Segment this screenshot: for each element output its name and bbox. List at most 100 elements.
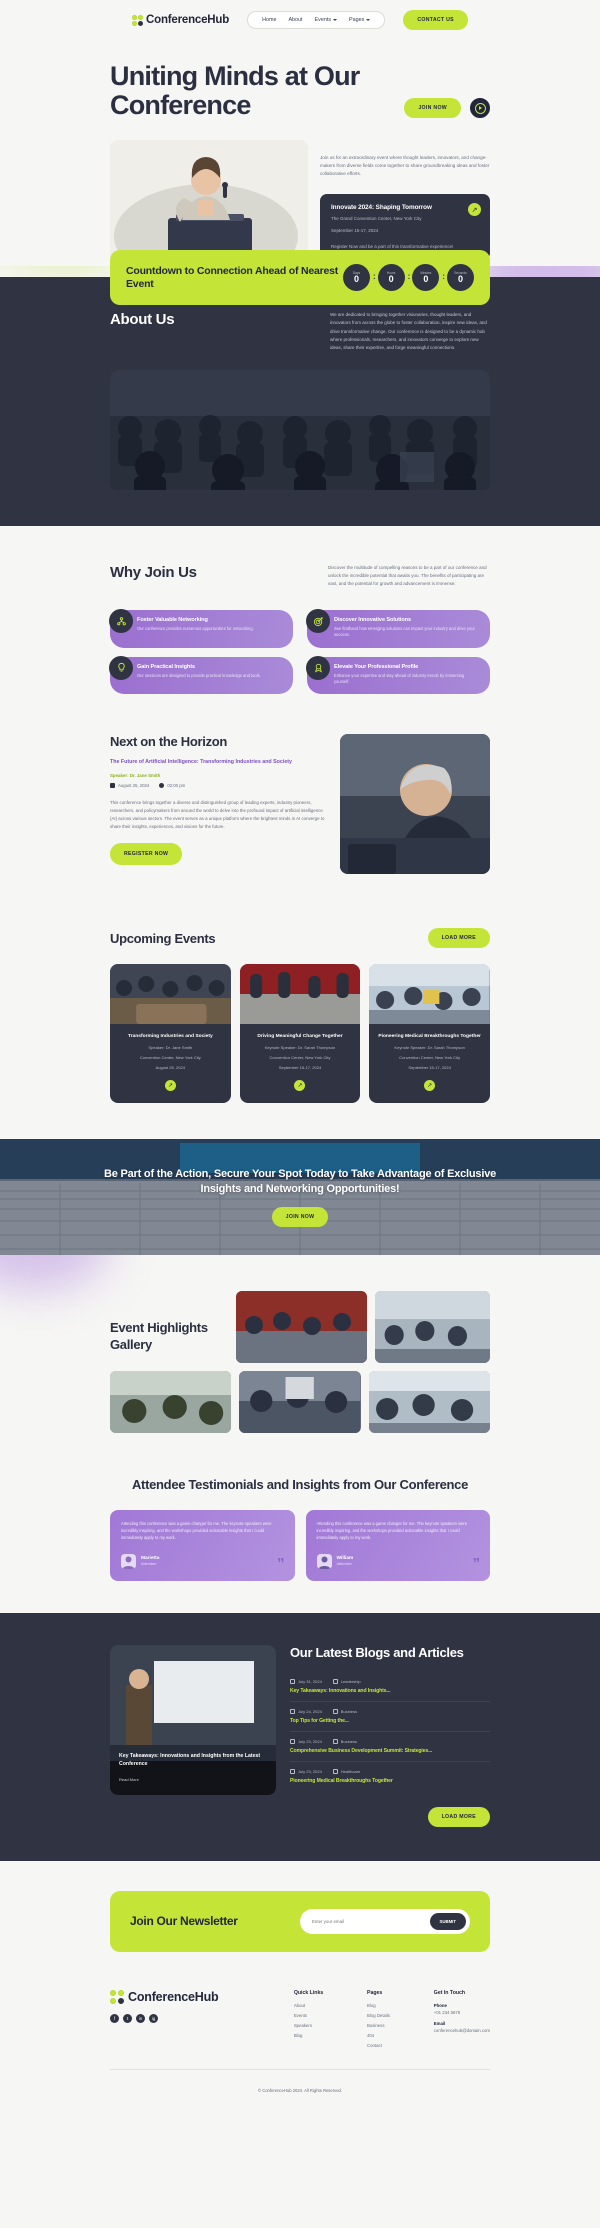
footer-column-quick-links: Quick Links About Events Speakers Blog — [294, 1990, 323, 2053]
nav-item-pages[interactable]: Pages — [349, 17, 371, 23]
footer-link[interactable]: Business — [367, 2023, 390, 2028]
nav-item-events[interactable]: Events — [315, 17, 338, 23]
footer-link[interactable]: Speakers — [294, 2023, 323, 2028]
gallery-image-5[interactable] — [368, 1370, 490, 1433]
blogs-load-more-button[interactable]: LOAD MORE — [427, 1806, 490, 1827]
event-arrow-icon[interactable]: ↗ — [424, 1079, 436, 1091]
upcoming-header: Upcoming Events LOAD MORE — [110, 928, 490, 949]
cta-join-now-button[interactable]: JOIN NOW — [271, 1206, 329, 1227]
quote-icon: ” — [472, 1554, 481, 1572]
gallery-image-3[interactable] — [110, 1370, 232, 1433]
event-arrow-icon[interactable]: ↗ — [164, 1079, 176, 1091]
main-nav: Home About Events Pages — [247, 11, 386, 29]
hero-join-now-button[interactable]: JOIN NOW — [404, 98, 461, 118]
blog-list-item[interactable]: July 31, 2024 Leadership Key Takeaways: … — [290, 1672, 490, 1702]
footer-phone-value[interactable]: +01 234 5678 — [434, 2010, 490, 2015]
event-photo — [369, 964, 490, 1025]
testimonials-section: Attendee Testimonials and Insights from … — [0, 1466, 600, 1613]
blog-list-item[interactable]: July 24, 2024 Business Top Tips for Gett… — [290, 1702, 490, 1732]
quote-icon: ” — [277, 1554, 285, 1572]
footer-link[interactable]: Blog Details — [367, 2013, 390, 2018]
newsletter-submit-button[interactable]: SUBMIT — [429, 1912, 466, 1930]
feature-card-profile[interactable]: Elevate Your Professional Profile Enhanc… — [306, 655, 490, 695]
nav-label: Home — [262, 17, 277, 23]
footer-link[interactable]: About — [294, 2003, 323, 2008]
feature-card-insights[interactable]: Gain Practical Insights Our sessions are… — [109, 655, 293, 695]
event-card[interactable]: Transforming Industries and Society Spea… — [110, 964, 231, 1103]
feature-card-solutions[interactable]: Discover Innovative Solutions See firsth… — [306, 609, 490, 648]
cta-background-photo — [0, 1138, 600, 1255]
footer-link[interactable]: Contact — [367, 2043, 390, 2048]
countdown-days-value: 0 — [353, 273, 359, 284]
feature-title: Elevate Your Professional Profile — [334, 663, 419, 670]
gallery-bottom-row — [110, 1370, 490, 1433]
footer-phone-label: Phone — [433, 2002, 447, 2008]
twitter-icon[interactable]: t — [123, 2013, 132, 2023]
event-body: Pioneering Medical Breakthroughs Togethe… — [369, 1024, 490, 1103]
event-title: Pioneering Medical Breakthroughs Togethe… — [378, 1034, 481, 1040]
colon-separator: : — [442, 272, 445, 282]
blog-date: July 31, 2024 — [290, 1678, 322, 1684]
linkedin-icon[interactable]: in — [136, 2013, 145, 2023]
folder-icon — [332, 1678, 338, 1684]
hero-body: Join us for an extraordinary event where… — [110, 140, 490, 267]
upcoming-load-more-button[interactable]: LOAD MORE — [427, 928, 490, 949]
brand-name: ConferenceHub — [146, 14, 230, 26]
facebook-icon[interactable]: f — [110, 2013, 119, 2023]
countdown-seconds: Seconds 0 — [447, 264, 474, 292]
footer-email-value[interactable]: conferencehub@domain.com — [434, 2028, 490, 2033]
brand-logo[interactable]: ConferenceHub — [132, 14, 229, 26]
blog-feature-photo[interactable]: Key Takeaways: Innovations and Insights … — [110, 1644, 276, 1795]
event-card-arrow-icon[interactable]: ↗ — [468, 203, 481, 217]
event-card[interactable]: Driving Meaningful Change Together Keyno… — [239, 964, 361, 1103]
nav-item-about[interactable]: About — [288, 17, 302, 23]
site-header: ConferenceHub Home About Events Pages CO… — [0, 0, 600, 40]
countdown-wrapper: Countdown to Connection Ahead of Nearest… — [110, 250, 490, 306]
newsletter-wrapper: Join Our Newsletter SUBMIT — [0, 1860, 600, 1978]
blog-date: July 23, 2024 — [290, 1768, 322, 1774]
play-video-button[interactable] — [470, 98, 490, 118]
event-date: September 15-17, 2024 — [408, 1065, 451, 1071]
event-card-register-text: Register Now and be a part of this trans… — [331, 243, 454, 249]
feature-card-networking[interactable]: Foster Valuable Networking Our conferenc… — [109, 609, 293, 648]
footer-link[interactable]: Blog — [367, 2003, 390, 2008]
event-card[interactable]: Pioneering Medical Breakthroughs Togethe… — [369, 964, 490, 1103]
horizon-subtitle: The Future of Artificial Intelligence: T… — [110, 759, 292, 766]
badge-icon — [306, 655, 330, 680]
nav-item-home[interactable]: Home — [262, 17, 276, 23]
blog-list-item[interactable]: July 23, 2024 Business Comprehensive Bus… — [290, 1732, 490, 1762]
feature-desc: Our sessions are designed to provide pra… — [137, 672, 261, 678]
event-arrow-icon[interactable]: ↗ — [294, 1079, 306, 1091]
calendar-icon — [290, 1738, 295, 1744]
footer-link[interactable]: 404 — [367, 2033, 390, 2038]
footer-copyright-bar: © ConferenceHub 2024. All Rights Reserve… — [110, 2068, 490, 2111]
horizon-register-button[interactable]: REGISTER NOW — [110, 843, 183, 866]
newsletter-email-input[interactable] — [312, 1918, 430, 1924]
newsletter-form: SUBMIT — [300, 1908, 470, 1934]
countdown-hours-value: 0 — [388, 273, 394, 284]
blog-list-item[interactable]: July 23, 2024 Healthcare Pioneering Medi… — [290, 1762, 490, 1791]
gallery-image-1[interactable] — [236, 1290, 367, 1363]
gallery-image-2[interactable] — [375, 1290, 490, 1363]
testimonial-name: William — [336, 1556, 354, 1562]
blog-feature-readmore[interactable]: Read More — [119, 1777, 139, 1782]
footer-link[interactable]: Events — [294, 2013, 323, 2018]
event-photo — [110, 964, 231, 1025]
feature-desc: Enhance your expertise and stay ahead of… — [334, 672, 465, 685]
clock-icon — [159, 783, 165, 789]
event-body: Driving Meaningful Change Together Keyno… — [239, 1024, 361, 1103]
footer-email-label: Email — [433, 2020, 446, 2026]
footer-col-heading: Quick Links — [293, 1989, 324, 1996]
upcoming-title: Upcoming Events — [110, 930, 216, 946]
why-features-grid: Foster Valuable Networking Our conferenc… — [109, 609, 490, 695]
instagram-icon[interactable]: ig — [149, 2013, 158, 2023]
contact-us-button[interactable]: CONTACT US — [403, 10, 468, 30]
gallery-image-4[interactable] — [239, 1370, 361, 1433]
newsletter-title: Join Our Newsletter — [130, 1914, 238, 1929]
testimonial-text: Attending this conference was a game cha… — [316, 1520, 468, 1540]
footer-link[interactable]: Blog — [294, 2033, 323, 2038]
blog-date: July 23, 2024 — [290, 1738, 322, 1744]
feature-desc: Our conference provides numerous opportu… — [137, 626, 254, 632]
footer-column-contact: Get In Touch Phone +01 234 5678 Email co… — [434, 1990, 490, 2053]
footer-logo[interactable]: ConferenceHub — [110, 1989, 250, 2004]
